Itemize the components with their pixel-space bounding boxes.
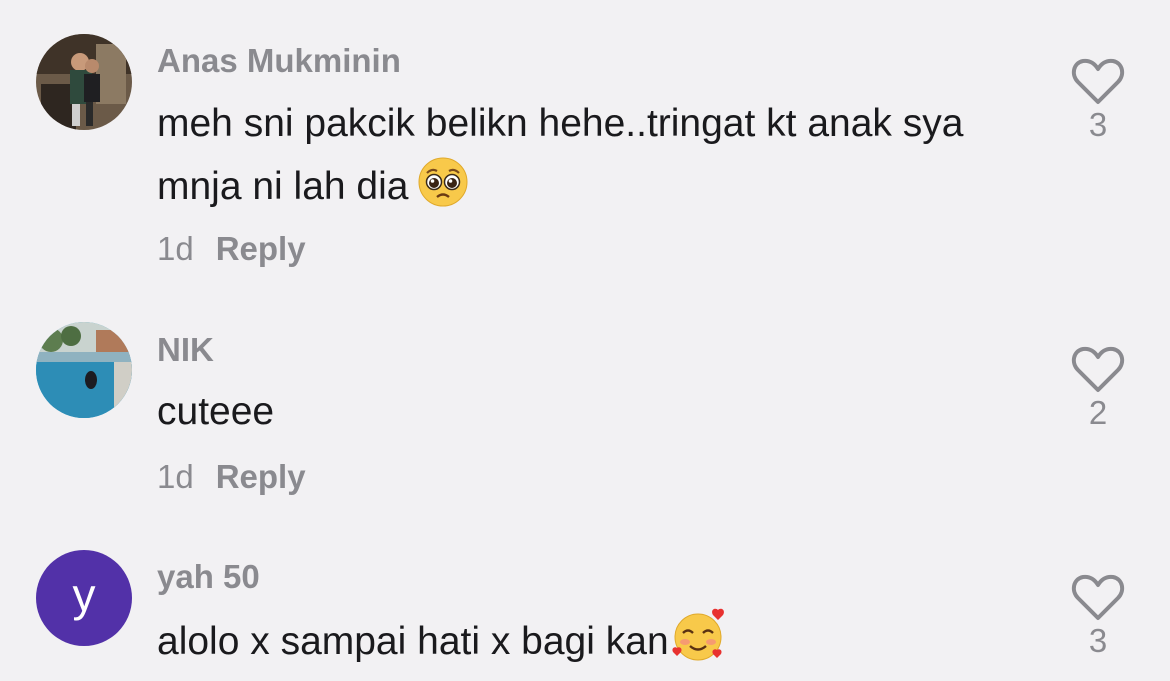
heart-icon: [1071, 574, 1125, 620]
username[interactable]: NIK: [157, 331, 214, 369]
avatar-photo: [36, 322, 132, 418]
heart-icon: [1071, 346, 1125, 392]
timestamp: 1d: [157, 230, 194, 267]
username[interactable]: Anas Mukminin: [157, 42, 401, 80]
username[interactable]: yah 50: [157, 558, 260, 596]
like-button[interactable]: 3: [1068, 58, 1128, 144]
reply-button[interactable]: Reply: [216, 230, 306, 267]
timestamp: 1d: [157, 458, 194, 495]
smiling-face-with-hearts-emoji-icon: [671, 608, 727, 681]
pleading-face-emoji-icon: [418, 157, 468, 226]
comment-text: cuteee: [157, 380, 1037, 443]
like-count: 3: [1088, 622, 1108, 659]
comment-text: meh sni pakcik belikn hehe..tringat kt a…: [157, 92, 1037, 226]
comment-text-body: meh sni pakcik belikn hehe..tringat kt a…: [157, 102, 964, 208]
avatar-letter: y: [72, 569, 96, 621]
comment-text-body: alolo x sampai hati x bagi kan: [157, 620, 669, 663]
reply-button[interactable]: Reply: [216, 458, 306, 495]
like-count: 3: [1088, 106, 1108, 143]
heart-icon: [1071, 58, 1125, 104]
comment-meta: 1d Reply: [157, 230, 306, 268]
comment-text-body: cuteee: [157, 390, 275, 433]
like-button[interactable]: 2: [1068, 346, 1128, 432]
comment-meta: 1d Reply: [157, 458, 306, 496]
avatar[interactable]: y: [36, 550, 132, 646]
comment-item: Anas Mukminin meh sni pakcik belikn hehe…: [0, 0, 1170, 290]
avatar[interactable]: [36, 322, 132, 418]
avatar-photo: [36, 34, 132, 130]
avatar[interactable]: [36, 34, 132, 130]
comment-text: alolo x sampai hati x bagi kan: [157, 608, 1037, 681]
like-count: 2: [1088, 394, 1108, 431]
like-button[interactable]: 3: [1068, 574, 1128, 660]
